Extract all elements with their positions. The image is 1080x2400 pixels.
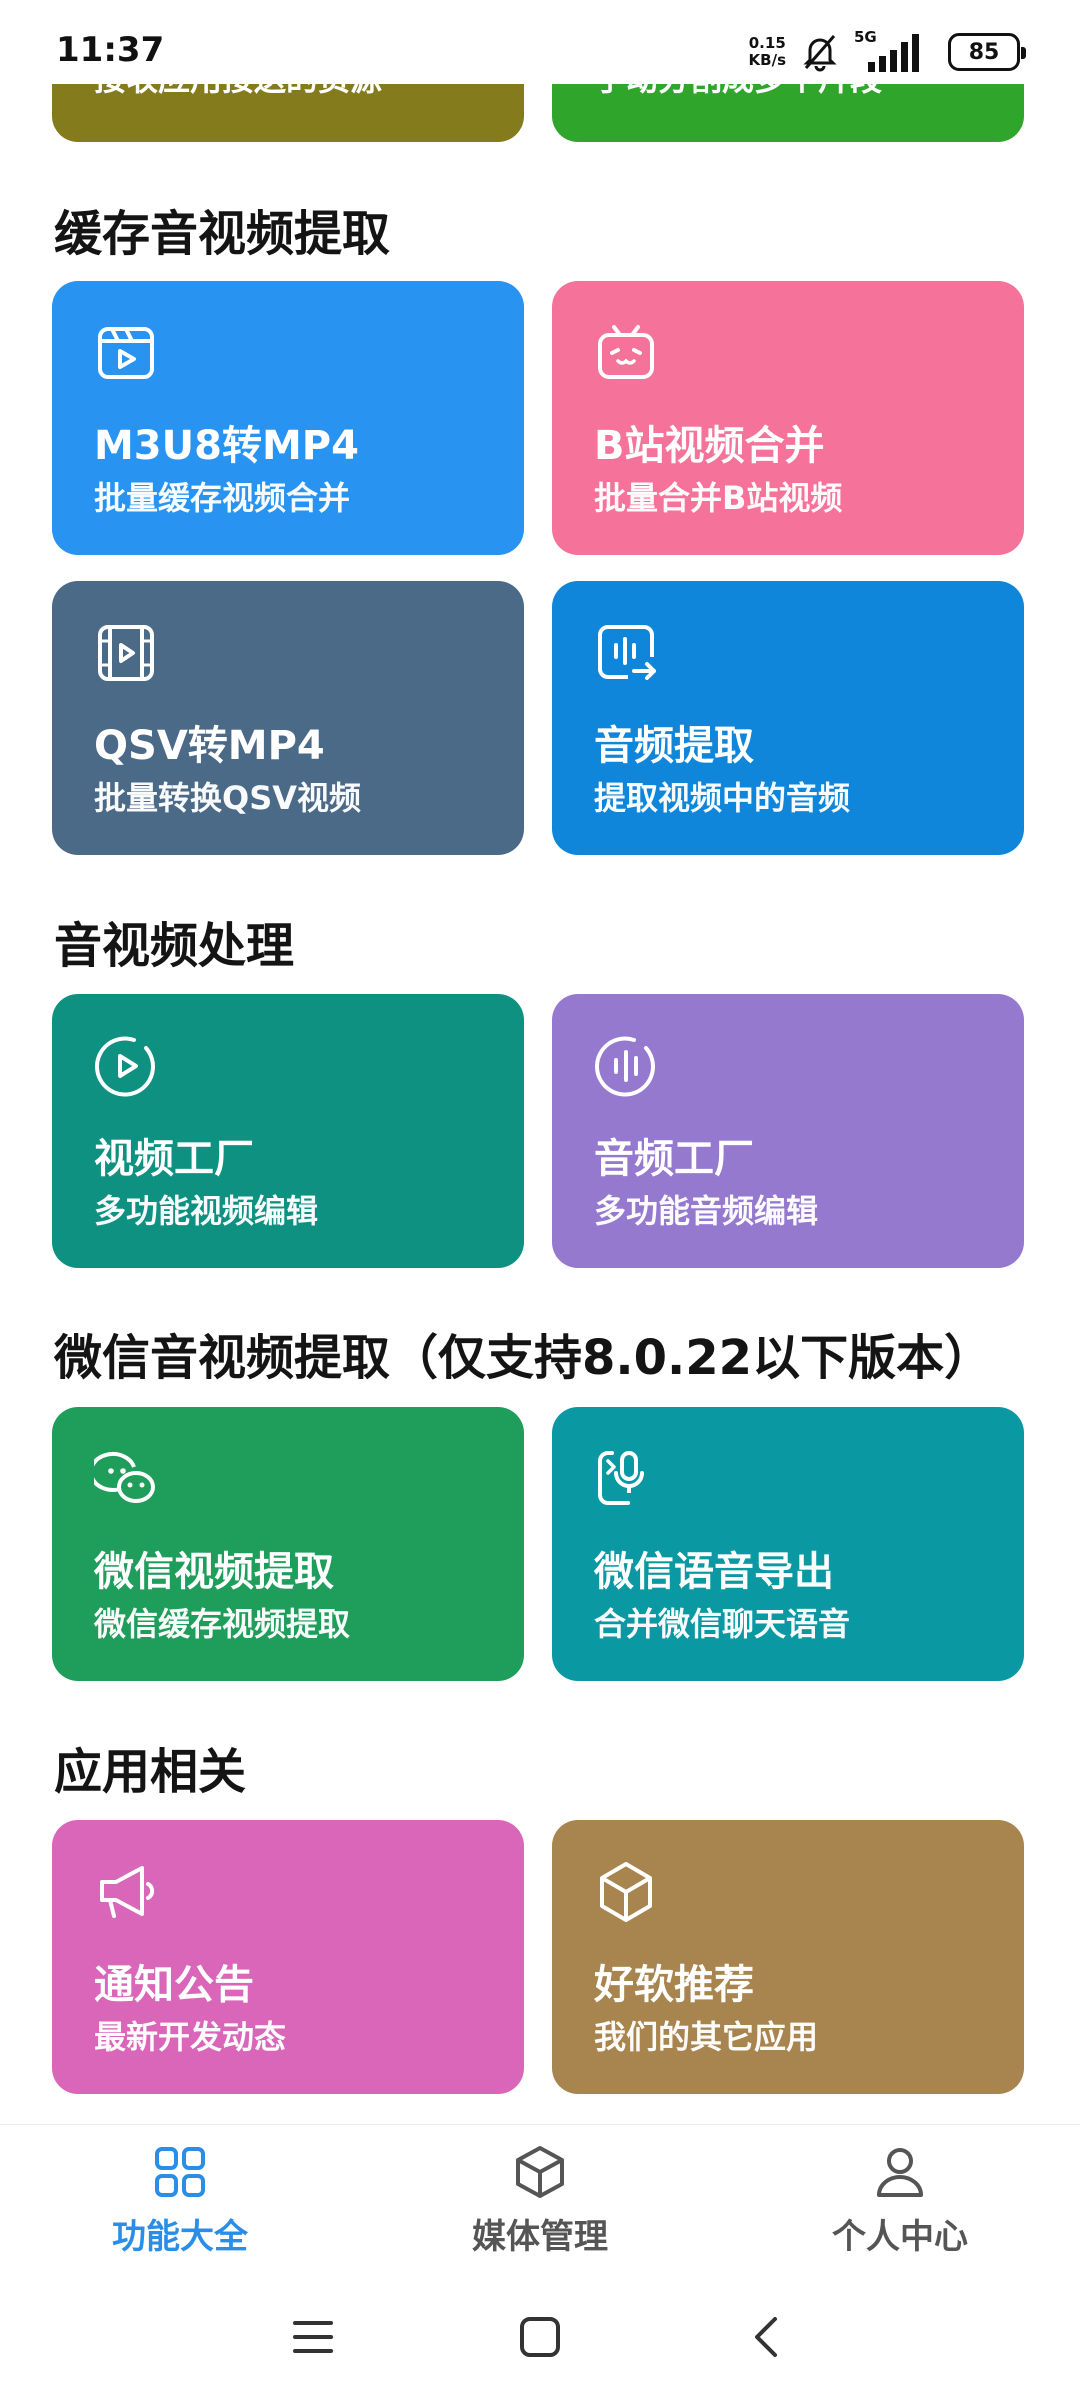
section-title-process: 音视频处理 [54, 918, 295, 974]
status-icons: 0.15 KB/s 5G 85 [748, 28, 1026, 74]
battery-indicator: 85 [948, 33, 1026, 71]
audio-wave-circle-icon [595, 1036, 655, 1097]
nav-tab-media[interactable]: 媒体管理 [360, 2125, 720, 2274]
card-wechat-video[interactable]: 微信视频提取 微信缓存视频提取 [52, 1407, 524, 1681]
play-circle-icon [95, 1036, 155, 1097]
wechat-icon [94, 1452, 155, 1503]
video-clip-icon [98, 327, 154, 379]
mic-export-icon [598, 1451, 644, 1505]
audio-export-icon [598, 625, 656, 680]
grid-icon [155, 2147, 205, 2197]
home-icon[interactable] [514, 2311, 566, 2363]
signal-bars-icon [868, 34, 919, 72]
card-audio-extract[interactable]: 音频提取 提取视频中的音频 [552, 581, 1024, 855]
card-bilibili-merge[interactable]: B站视频合并 批量合并B站视频 [552, 281, 1024, 555]
status-time: 11:37 [56, 30, 165, 70]
feature-list[interactable]: 接收应用接送的资源 手动分割成多个片段 缓存音视频提取 M3U8转MP4 批量缓… [0, 0, 1080, 2124]
cube-icon [600, 1862, 652, 1922]
bilibili-tv-icon [598, 325, 654, 379]
menu-icon[interactable] [287, 2311, 339, 2363]
cellular-signal: 5G [854, 28, 934, 74]
network-speed: 0.15 KB/s [748, 34, 786, 69]
box-icon [516, 2146, 564, 2198]
bottom-nav: 功能大全 媒体管理 个人中心 [0, 2124, 1080, 2274]
card-recommend[interactable]: 好软推荐 我们的其它应用 [552, 1820, 1024, 2094]
nav-tab-features[interactable]: 功能大全 [0, 2125, 360, 2274]
card-qsv-to-mp4[interactable]: QSV转MP4 批量转换QSV视频 [52, 581, 524, 855]
card-wechat-voice[interactable]: 微信语音导出 合并微信聊天语音 [552, 1407, 1024, 1681]
card-video-factory[interactable]: 视频工厂 多功能视频编辑 [52, 994, 524, 1268]
bell-muted-icon [803, 35, 837, 72]
card-notice[interactable]: 通知公告 最新开发动态 [52, 1820, 524, 2094]
status-bar: 11:37 0.15 KB/s 5G 85 [0, 0, 1080, 84]
back-icon[interactable] [741, 2311, 793, 2363]
section-title-wechat: 微信音视频提取（仅支持8.0.22以下版本） [54, 1330, 993, 1386]
nav-tab-profile[interactable]: 个人中心 [720, 2125, 1080, 2274]
megaphone-icon [100, 1866, 155, 1918]
section-title-cache: 缓存音视频提取 [54, 206, 391, 262]
card-audio-factory[interactable]: 音频工厂 多功能音频编辑 [552, 994, 1024, 1268]
person-icon [877, 2148, 923, 2197]
card-m3u8-to-mp4[interactable]: M3U8转MP4 批量缓存视频合并 [52, 281, 524, 555]
film-strip-icon [98, 625, 154, 681]
section-title-app: 应用相关 [54, 1744, 247, 1800]
system-nav-bar [0, 2274, 1080, 2400]
